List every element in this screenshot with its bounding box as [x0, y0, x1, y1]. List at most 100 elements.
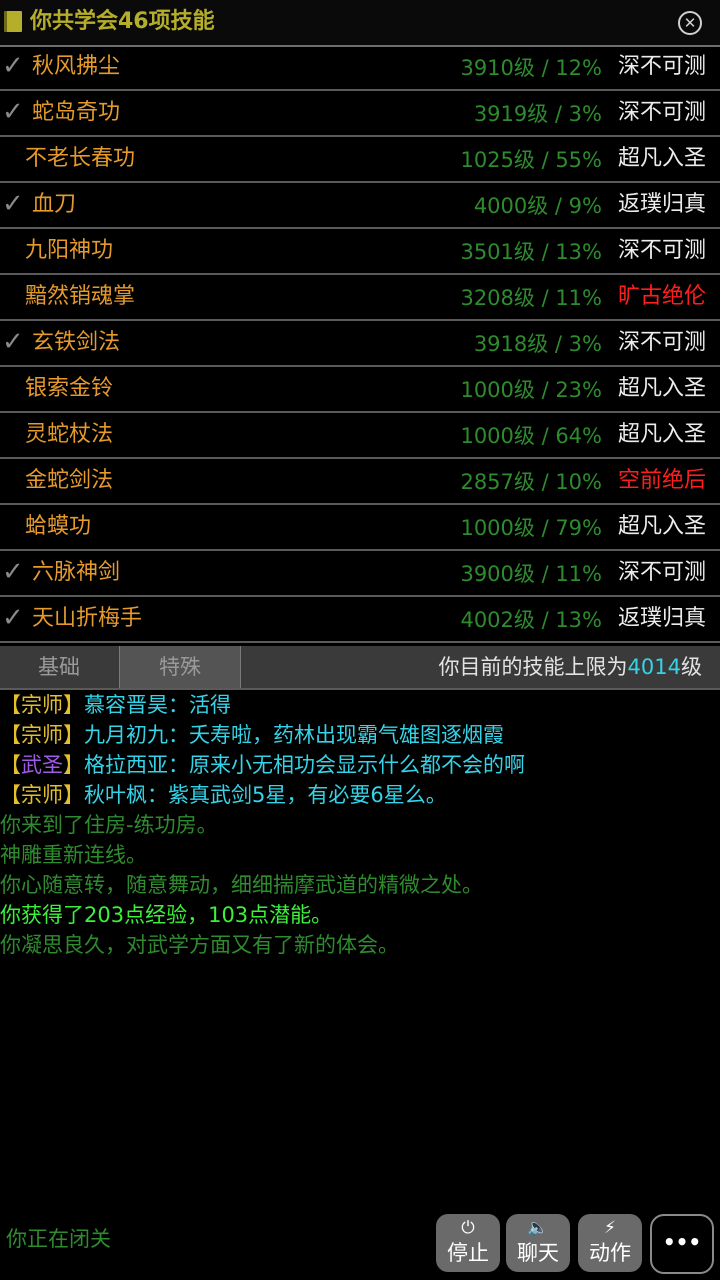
skill-rank: 超凡入圣: [617, 146, 706, 171]
stop-button-label: 停止: [447, 1241, 489, 1265]
checkmark-icon: ✓: [2, 189, 24, 219]
skill-row[interactable]: ✓ 玄铁剑法 3918级 / 3% 深不可测: [0, 321, 720, 367]
more-button[interactable]: •••: [650, 1214, 714, 1274]
chat-bracket-close: 】: [63, 723, 84, 747]
chat-message: 九月初九：夭寿啦，药林出现霸气雄图逐烟霞: [84, 723, 504, 747]
chat-line: 【宗师】慕容晋昊：活得: [0, 690, 720, 720]
chat-line: 【武圣】格拉西亚：原来小无相功会显示什么都不会的啊: [0, 750, 720, 780]
skill-name: 九阳神功: [25, 238, 114, 263]
skill-level: 1000级 / 64%: [460, 424, 602, 448]
tabs-bar: 基础 特殊 你目前的技能上限为4014级: [0, 646, 720, 690]
skill-level: 2857级 / 10%: [460, 470, 602, 494]
stop-button[interactable]: ⏻ 停止: [436, 1214, 500, 1272]
skill-rank: 旷古绝伦: [617, 284, 706, 309]
skill-rank: 超凡入圣: [617, 514, 706, 539]
page-title: 你共学会46项技能: [30, 9, 215, 34]
skill-list: ✓ 秋风拂尘 3910级 / 12% 深不可测 ✓ 蛇岛奇功 3919级 / 3% 深不可测不…: [0, 45, 720, 643]
skill-level: 3919级 / 3%: [473, 102, 602, 126]
skill-rank: 深不可测: [617, 330, 706, 355]
skill-level: 4002级 / 13%: [460, 608, 602, 632]
skill-limit-prefix: 你目前的技能上限为: [438, 655, 628, 679]
power-icon: ⏻: [461, 1218, 475, 1238]
skill-rank: 返璞归真: [617, 606, 706, 631]
system-message: 你获得了203点经验，103点潜能。: [0, 903, 333, 927]
chat-bracket-open: 【: [0, 693, 21, 717]
skill-rank: 超凡入圣: [617, 422, 706, 447]
skill-name: 玄铁剑法: [32, 330, 121, 355]
skill-level: 3208级 / 11%: [460, 286, 602, 310]
skill-rank: 返璞归真: [617, 192, 706, 217]
skill-name: 血刀: [32, 192, 77, 217]
chat-message: 慕容晋昊：活得: [84, 693, 231, 717]
checkmark-icon: ✓: [2, 97, 24, 127]
skill-row[interactable]: ✓ 六脉神剑 3900级 / 11% 深不可测: [0, 551, 720, 597]
checkmark-icon: ✓: [2, 557, 24, 587]
skill-name: 金蛇剑法: [25, 468, 114, 493]
action-button-label: 动作: [589, 1241, 631, 1265]
skill-rank: 深不可测: [617, 560, 706, 585]
chat-rank: 宗师: [21, 723, 63, 747]
chat-rank: 宗师: [21, 693, 63, 717]
skill-limit-suffix: 级: [681, 655, 702, 679]
action-button[interactable]: ⚡ 动作: [578, 1214, 642, 1272]
checkmark-icon: ✓: [2, 603, 24, 633]
chat-rank: 武圣: [21, 753, 63, 777]
skill-name: 秋风拂尘: [32, 54, 121, 79]
skill-name: 蛇岛奇功: [32, 100, 121, 125]
skill-row[interactable]: 灵蛇杖法 1000级 / 64% 超凡入圣: [0, 413, 720, 459]
more-icon: •••: [662, 1230, 702, 1254]
skill-row[interactable]: ✓ 天山折梅手 4002级 / 13% 返璞归真: [0, 597, 720, 643]
skill-row[interactable]: 九阳神功 3501级 / 13% 深不可测: [0, 229, 720, 275]
chat-line: 【宗师】九月初九：夭寿啦，药林出现霸气雄图逐烟霞: [0, 720, 720, 750]
skill-row[interactable]: 银索金铃 1000级 / 23% 超凡入圣: [0, 367, 720, 413]
chat-rank: 宗师: [21, 783, 63, 807]
skill-row[interactable]: ✓ 蛇岛奇功 3919级 / 3% 深不可测: [0, 91, 720, 137]
system-message: 你来到了住房-练功房。: [0, 813, 218, 837]
chat-bracket-open: 【: [0, 723, 21, 747]
tab-special[interactable]: 特殊: [119, 646, 241, 688]
checkmark-icon: ✓: [2, 51, 24, 81]
tab-basic[interactable]: 基础: [0, 646, 118, 688]
skill-level: 3910级 / 12%: [460, 56, 602, 80]
skills-header: 你共学会46项技能 ✕: [0, 0, 720, 47]
skill-row[interactable]: 蛤蟆功 1000级 / 79% 超凡入圣: [0, 505, 720, 551]
skill-rank: 深不可测: [617, 238, 706, 263]
skill-level: 1000级 / 79%: [460, 516, 602, 540]
system-message: 神雕重新连线。: [0, 843, 147, 867]
skill-row[interactable]: 不老长春功 1025级 / 55% 超凡入圣: [0, 137, 720, 183]
speaker-icon: 🔈: [527, 1218, 549, 1238]
skill-name: 蛤蟆功: [25, 514, 92, 539]
skill-name: 天山折梅手: [32, 606, 143, 631]
checkmark-icon: ✓: [2, 327, 24, 357]
message-log: 【宗师】慕容晋昊：活得 【宗师】九月初九：夭寿啦，药林出现霸气雄图逐烟霞 【武圣】格…: [0, 690, 720, 960]
skill-limit: 你目前的技能上限为4014级: [439, 646, 702, 688]
chat-bracket-close: 】: [63, 783, 84, 807]
lightning-icon: ⚡: [604, 1218, 616, 1238]
skill-level: 1000级 / 23%: [460, 378, 602, 402]
skill-row[interactable]: 金蛇剑法 2857级 / 10% 空前绝后: [0, 459, 720, 505]
skill-rank: 空前绝后: [617, 468, 706, 493]
close-icon[interactable]: ✕: [678, 11, 702, 35]
skill-name: 六脉神剑: [32, 560, 121, 585]
status-text: 你正在闭关: [6, 1227, 111, 1251]
skill-level: 3501级 / 13%: [460, 240, 602, 264]
chat-bracket-close: 】: [63, 693, 84, 717]
skill-name: 黯然销魂掌: [25, 284, 136, 309]
skill-row[interactable]: ✓ 秋风拂尘 3910级 / 12% 深不可测: [0, 45, 720, 91]
chat-bracket-open: 【: [0, 753, 21, 777]
book-icon: [4, 11, 22, 32]
chat-bracket-open: 【: [0, 783, 21, 807]
skill-name: 灵蛇杖法: [25, 422, 114, 447]
skill-rank: 超凡入圣: [617, 376, 706, 401]
skill-name: 不老长春功: [25, 146, 136, 171]
chat-button-label: 聊天: [517, 1241, 559, 1265]
skill-rank: 深不可测: [617, 100, 706, 125]
system-message: 你凝思良久，对武学方面又有了新的体会。: [0, 933, 399, 957]
chat-line: 【宗师】秋叶枫：紫真武剑5星，有必要6星么。: [0, 780, 720, 810]
chat-button[interactable]: 🔈 聊天: [506, 1214, 570, 1272]
skill-level: 3918级 / 3%: [473, 332, 602, 356]
chat-bracket-close: 】: [63, 753, 84, 777]
skill-level: 3900级 / 11%: [460, 562, 602, 586]
skill-row[interactable]: ✓ 血刀 4000级 / 9% 返璞归真: [0, 183, 720, 229]
skill-row[interactable]: 黯然销魂掌 3208级 / 11% 旷古绝伦: [0, 275, 720, 321]
